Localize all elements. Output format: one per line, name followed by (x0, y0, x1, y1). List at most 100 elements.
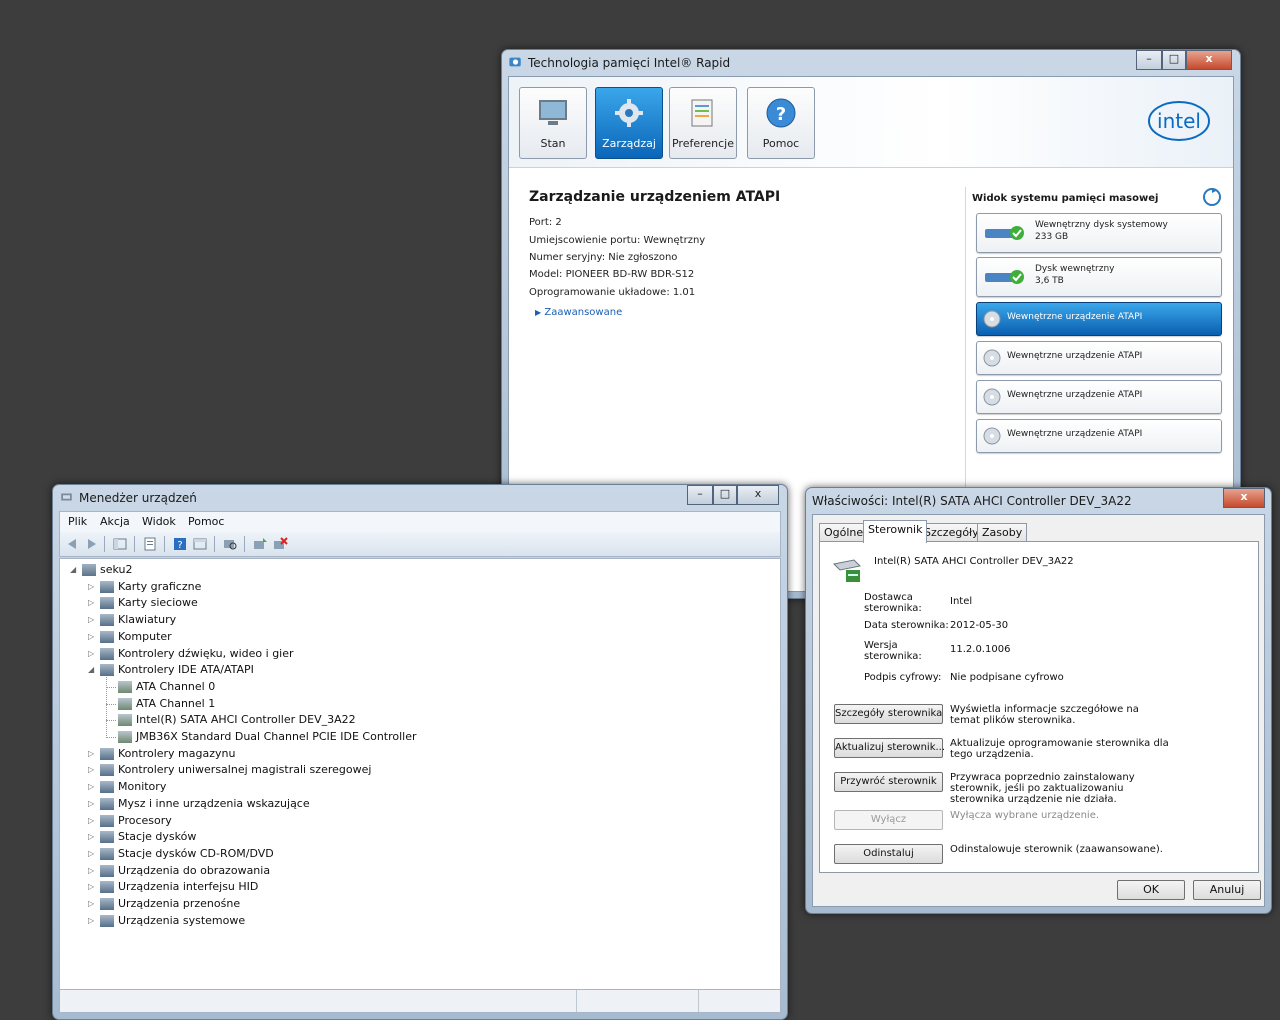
tree-category-item[interactable]: Mysz i inne urządzenia wskazujące (118, 797, 310, 810)
expand-arrow-icon[interactable]: ▷ (88, 598, 94, 607)
back-arrow-icon[interactable] (64, 536, 80, 552)
collapse-arrow-icon[interactable]: ◢ (88, 665, 94, 674)
device-internal-disk[interactable]: Dysk wewnętrzny 3,6 TB (976, 257, 1222, 297)
tree-category-item[interactable]: Kontrolery dźwięku, wideo i gier (118, 647, 294, 660)
props-close-button[interactable]: x (1223, 488, 1265, 508)
uninstall-icon[interactable] (272, 536, 288, 552)
show-hide-tree-icon[interactable] (112, 536, 128, 552)
tree-category-item[interactable]: Urządzenia przenośne (118, 897, 240, 910)
tree-root[interactable]: seku2 (100, 563, 133, 576)
menu-view[interactable]: Widok (142, 515, 176, 528)
view-icon[interactable] (192, 536, 208, 552)
page-title: Zarządzanie urządzeniem ATAPI (529, 189, 781, 205)
expand-arrow-icon[interactable]: ▷ (88, 799, 94, 808)
tree-category-item[interactable]: Procesory (118, 814, 172, 827)
tree-child-item[interactable]: ATA Channel 1 (136, 697, 215, 710)
cancel-button[interactable]: Anuluj (1193, 880, 1261, 900)
tab-general[interactable]: Ogólne (819, 523, 869, 542)
tree-category-item[interactable]: Stacje dysków (118, 830, 196, 843)
device-category-icon (118, 697, 132, 710)
dm-maximize-button[interactable]: □ (713, 485, 737, 505)
nav-manage-button[interactable]: Zarządzaj (595, 87, 663, 159)
device-category-icon (100, 781, 114, 794)
expand-arrow-icon[interactable]: ▷ (88, 582, 94, 591)
tree-child-item[interactable]: Intel(R) SATA AHCI Controller DEV_3A22 (136, 713, 356, 726)
maximize-button[interactable]: □ (1162, 50, 1186, 70)
tree-category-item[interactable]: Urządzenia do obrazowania (118, 864, 270, 877)
expand-arrow-icon[interactable]: ▷ (88, 866, 94, 875)
menu-help[interactable]: Pomoc (188, 515, 224, 528)
expand-arrow-icon[interactable]: ▷ (88, 899, 94, 908)
label-provider: Dostawca sterownika: (864, 592, 922, 614)
device-category-icon (100, 814, 114, 827)
tree-category-item[interactable]: Kontrolery IDE ATA/ATAPI (118, 663, 254, 676)
device-name: Intel(R) SATA AHCI Controller DEV_3A22 (874, 556, 1074, 567)
tab-details[interactable]: Szczegóły (919, 523, 984, 542)
collapse-arrow-icon[interactable]: ◢ (70, 565, 76, 574)
expand-arrow-icon[interactable]: ▷ (88, 615, 94, 624)
device-system-disk[interactable]: Wewnętrzny dysk systemowy 233 GB (976, 213, 1222, 253)
expand-arrow-icon[interactable]: ▷ (88, 782, 94, 791)
help-icon: ? (766, 98, 796, 128)
svg-text:intel: intel (1157, 109, 1201, 133)
tree-category-item[interactable]: Komputer (118, 630, 172, 643)
device-atapi-2[interactable]: Wewnętrzne urządzenie ATAPI (976, 341, 1222, 375)
expand-arrow-icon[interactable]: ▷ (88, 832, 94, 841)
tree-category-item[interactable]: Urządzenia interfejsu HID (118, 880, 258, 893)
device-atapi-1[interactable]: Wewnętrzne urządzenie ATAPI (976, 302, 1222, 336)
expand-arrow-icon[interactable]: ▷ (88, 765, 94, 774)
expand-arrow-icon[interactable]: ▷ (88, 916, 94, 925)
svg-text:?: ? (776, 104, 786, 125)
device-category-icon (118, 714, 132, 727)
tree-category-item[interactable]: Klawiatury (118, 613, 176, 626)
close-button[interactable]: x (1186, 50, 1232, 70)
tree-child-item[interactable]: ATA Channel 0 (136, 680, 215, 693)
uninstall-button[interactable]: Odinstaluj (834, 844, 943, 864)
menu-action[interactable]: Akcja (100, 515, 130, 528)
expand-arrow-icon[interactable]: ▷ (88, 882, 94, 891)
properties-icon[interactable] (142, 536, 158, 552)
nav-status-button[interactable]: Stan (519, 87, 587, 159)
expand-arrow-icon: ▶ (535, 308, 542, 317)
device-category-icon (100, 597, 114, 610)
dm-minimize-button[interactable]: – (687, 485, 713, 505)
tab-resources[interactable]: Zasoby (977, 523, 1028, 542)
minimize-button[interactable]: – (1136, 50, 1162, 70)
expand-arrow-icon[interactable]: ▷ (88, 849, 94, 858)
tree-category-item[interactable]: Stacje dysków CD-ROM/DVD (118, 847, 274, 860)
expand-arrow-icon[interactable]: ▷ (88, 816, 94, 825)
forward-arrow-icon[interactable] (84, 536, 100, 552)
expand-arrow-icon[interactable]: ▷ (88, 649, 94, 658)
tree-category-item[interactable]: Urządzenia systemowe (118, 914, 245, 927)
nav-help-button[interactable]: ? Pomoc (747, 87, 815, 159)
rst-titlebar[interactable]: Technologia pamięci Intel® Rapid – □ x (502, 50, 1240, 76)
computer-icon (82, 564, 96, 576)
tree-category-item[interactable]: Monitory (118, 780, 166, 793)
menu-file[interactable]: Plik (68, 515, 87, 528)
rollback-driver-button[interactable]: Przywróć sterownik (834, 772, 943, 792)
expand-arrow-icon[interactable]: ▷ (88, 632, 94, 641)
tree-category-item[interactable]: Kontrolery uniwersalnej magistrali szere… (118, 763, 371, 776)
update-driver-icon[interactable] (252, 536, 268, 552)
driver-details-desc: Wyświetla informacje szczegółowe na tema… (950, 704, 1139, 726)
tree-category-item[interactable]: Karty sieciowe (118, 596, 198, 609)
refresh-icon[interactable] (1202, 187, 1222, 207)
tree-category-item[interactable]: Kontrolery magazynu (118, 747, 235, 760)
driver-details-button[interactable]: Szczegóły sterownika (834, 704, 943, 724)
expand-arrow-icon[interactable]: ▷ (88, 749, 94, 758)
disable-button[interactable]: Wyłącz (834, 810, 943, 830)
tree-child-item[interactable]: JMB36X Standard Dual Channel PCIE IDE Co… (136, 730, 417, 743)
ok-button[interactable]: OK (1117, 880, 1185, 900)
props-titlebar[interactable]: Właściwości: Intel(R) SATA AHCI Controll… (806, 488, 1271, 514)
device-atapi-4[interactable]: Wewnętrzne urządzenie ATAPI (976, 419, 1222, 453)
tree-category-item[interactable]: Karty graficzne (118, 580, 201, 593)
help-icon[interactable]: ? (172, 536, 188, 552)
tab-driver[interactable]: Sterownik (863, 520, 928, 543)
dm-titlebar[interactable]: Menedżer urządzeń – □ x (53, 485, 787, 511)
advanced-link[interactable]: ▶ Zaawansowane (535, 307, 622, 318)
nav-preferences-button[interactable]: Preferencje (669, 87, 737, 159)
device-atapi-3[interactable]: Wewnętrzne urządzenie ATAPI (976, 380, 1222, 414)
scan-hardware-icon[interactable] (222, 536, 238, 552)
dm-close-button[interactable]: x (737, 485, 779, 505)
update-driver-button[interactable]: Aktualizuj sterownik... (834, 738, 945, 758)
